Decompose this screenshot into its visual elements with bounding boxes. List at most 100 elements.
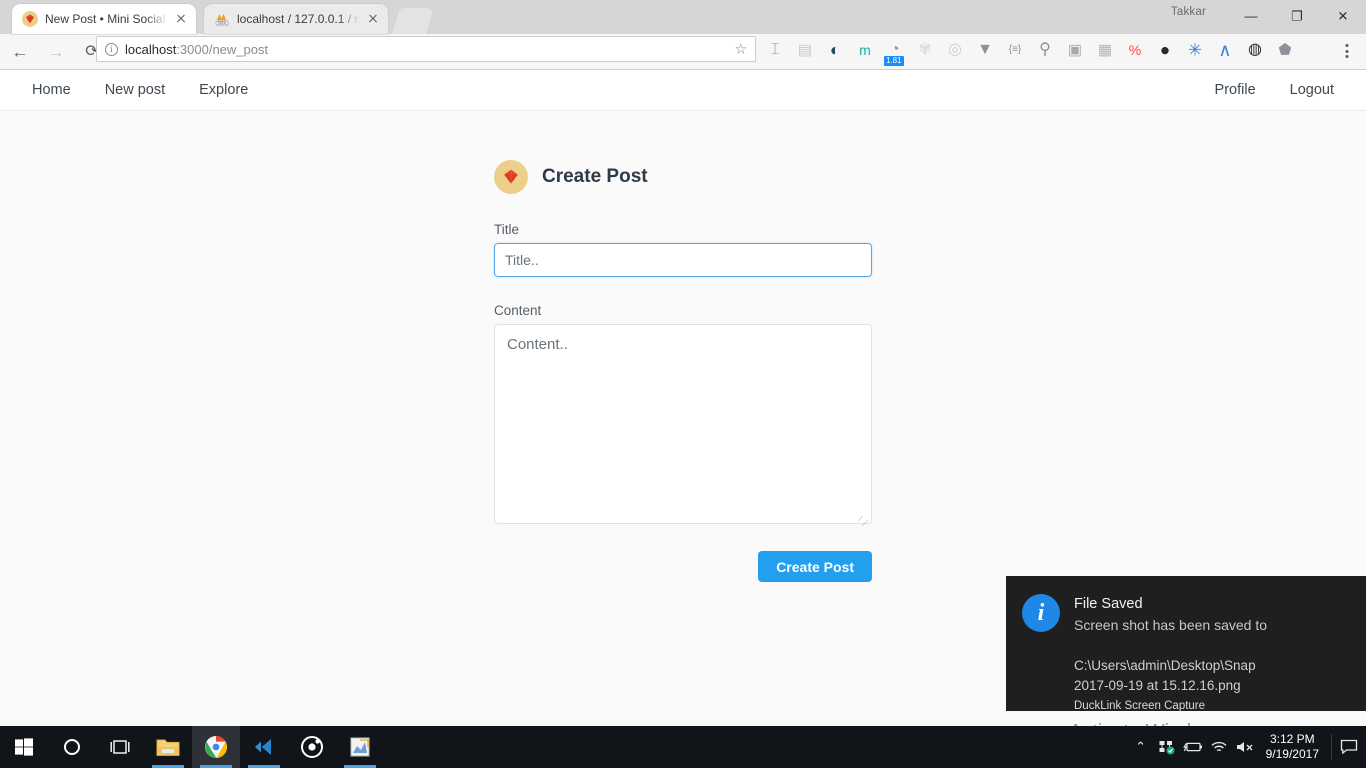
toast-subtitle: Screen shot has been saved to bbox=[1074, 617, 1268, 633]
page-title: Create Post bbox=[542, 166, 648, 187]
site-nav-right: Profile Logout bbox=[1215, 82, 1334, 98]
vscode-button[interactable] bbox=[240, 726, 288, 768]
info-circle-icon[interactable]: i bbox=[105, 42, 118, 56]
new-tab-button[interactable] bbox=[391, 8, 435, 34]
cortana-button[interactable] bbox=[48, 726, 96, 768]
momentum-icon-glyph: m bbox=[859, 42, 871, 58]
ducklink-button[interactable] bbox=[336, 726, 384, 768]
form-header: Create Post bbox=[494, 160, 872, 194]
star-icon[interactable]: ☆ bbox=[734, 41, 747, 58]
content-textarea[interactable] bbox=[494, 324, 872, 524]
toast-body: File Saved Screen shot has been saved to… bbox=[1074, 594, 1350, 712]
browser-tab-1[interactable]: New Post • Mini Social N bbox=[12, 4, 196, 34]
github-icon[interactable]: ● bbox=[1150, 36, 1180, 64]
create-post-button[interactable]: Create Post bbox=[758, 551, 872, 582]
toast-title: File Saved bbox=[1074, 596, 1143, 612]
windows-taskbar: ⌃ 3:12 PM 9/19/2017 bbox=[0, 726, 1366, 768]
minimize-button[interactable]: — bbox=[1228, 0, 1274, 32]
battery-icon[interactable] bbox=[1180, 726, 1206, 768]
sidebar-item-home[interactable]: Home bbox=[32, 82, 71, 98]
github-icon-glyph: ● bbox=[1159, 40, 1171, 60]
momentum-icon[interactable]: m bbox=[850, 36, 880, 64]
chrome-menu-icon[interactable] bbox=[1334, 36, 1360, 64]
close-icon: ✕ bbox=[1337, 8, 1349, 24]
vue-devtools-icon-glyph: ▼ bbox=[977, 41, 993, 58]
ionic-icon bbox=[301, 736, 323, 758]
phpmyadmin-icon: PMA bbox=[214, 11, 230, 27]
wappalyzer-icon-badge: 1.81 bbox=[884, 56, 904, 66]
browser-tab-1-close-icon[interactable] bbox=[172, 10, 190, 28]
volume-muted-icon[interactable] bbox=[1232, 726, 1258, 768]
address-bar[interactable]: i localhost:3000/new_post ☆ bbox=[96, 36, 756, 62]
sketch-icon-glyph: ✳ bbox=[1187, 40, 1203, 60]
postman-icon-glyph: ⌶ bbox=[770, 41, 780, 58]
pocket-icon[interactable]: ▣ bbox=[1060, 36, 1090, 64]
maximize-icon: ❐ bbox=[1291, 8, 1303, 24]
pocket-icon-glyph: ▣ bbox=[1067, 41, 1083, 59]
folder-icon bbox=[156, 739, 180, 756]
search-icon[interactable]: ⚲ bbox=[1030, 36, 1060, 64]
codepen-icon[interactable]: % bbox=[1120, 36, 1150, 64]
nav-profile-link[interactable]: Profile bbox=[1215, 82, 1256, 98]
sublime-icon[interactable]: ◐ bbox=[820, 36, 850, 64]
browser-tab-2-close-icon[interactable] bbox=[364, 10, 382, 28]
content-field-label: Content bbox=[494, 303, 542, 318]
ducklink-icon bbox=[350, 737, 370, 757]
file-explorer-button[interactable] bbox=[144, 726, 192, 768]
svg-text:PMA: PMA bbox=[217, 20, 226, 25]
chrome-button[interactable] bbox=[192, 726, 240, 768]
maximize-button[interactable]: ❐ bbox=[1274, 0, 1320, 32]
browser-tab-1-title: New Post • Mini Social N bbox=[45, 12, 168, 26]
wappalyzer-icon[interactable]: ◔ 1.81 bbox=[880, 36, 910, 66]
windows-logo-icon bbox=[15, 738, 33, 756]
url-path: :3000/new_post bbox=[176, 41, 269, 57]
notes-icon[interactable]: ▤ bbox=[790, 36, 820, 64]
target-icon-glyph: ◎ bbox=[948, 41, 962, 58]
show-hidden-icons-button[interactable]: ⌃ bbox=[1128, 726, 1154, 768]
postman-icon[interactable]: ⌶ bbox=[760, 36, 790, 64]
target-icon[interactable]: ◎ bbox=[940, 36, 970, 64]
forward-arrow-icon: → bbox=[47, 42, 65, 61]
ruby-gem-icon bbox=[494, 160, 528, 194]
task-view-button[interactable] bbox=[96, 726, 144, 768]
json-viewer-icon[interactable]: {≡} bbox=[1000, 36, 1030, 64]
start-button[interactable] bbox=[0, 726, 48, 768]
sidebar-item-new-post[interactable]: New post bbox=[105, 82, 165, 98]
network-sync-icon[interactable] bbox=[1154, 726, 1180, 768]
nav-logout-link[interactable]: Logout bbox=[1290, 82, 1334, 98]
react-devtools-icon[interactable]: ✾ bbox=[910, 36, 940, 64]
angular-icon[interactable]: ∧ bbox=[1210, 36, 1240, 64]
form-actions: Create Post bbox=[494, 551, 872, 582]
image-icon[interactable]: ▦ bbox=[1090, 36, 1120, 64]
codepen-icon-glyph: % bbox=[1128, 42, 1142, 58]
wifi-icon[interactable] bbox=[1206, 726, 1232, 768]
shield-icon-glyph: ⬟ bbox=[1278, 41, 1292, 59]
sketch-icon[interactable]: ✳ bbox=[1180, 36, 1210, 64]
action-center-button[interactable] bbox=[1332, 726, 1366, 768]
shield-icon[interactable]: ⬟ bbox=[1270, 36, 1300, 64]
create-post-form: Create Post Title Content Create Post bbox=[494, 111, 872, 582]
system-tray: ⌃ 3:12 PM 9/19/2017 bbox=[1128, 726, 1366, 768]
browser-tab-2[interactable]: PMA localhost / 127.0.0.1 / rai bbox=[204, 4, 388, 34]
close-button[interactable]: ✕ bbox=[1320, 0, 1366, 32]
chrome-profile-name[interactable]: Takkar bbox=[1171, 6, 1206, 18]
clock-date: 9/19/2017 bbox=[1265, 747, 1319, 761]
react-devtools-icon-glyph: ✾ bbox=[918, 41, 932, 58]
minimize-icon: — bbox=[1244, 8, 1258, 24]
cortana-circle-icon bbox=[64, 739, 80, 755]
title-input[interactable] bbox=[494, 243, 872, 277]
site-navbar: Home New post Explore Profile Logout bbox=[0, 70, 1366, 111]
sublime-icon-glyph: ◐ bbox=[829, 40, 841, 60]
octotree-icon-glyph: ◍ bbox=[1248, 41, 1262, 58]
octotree-icon[interactable]: ◍ bbox=[1240, 36, 1270, 64]
vue-devtools-icon[interactable]: ▼ bbox=[970, 36, 1000, 64]
ionic-button[interactable] bbox=[288, 726, 336, 768]
notes-icon-glyph: ▤ bbox=[797, 41, 813, 59]
title-field-label: Title bbox=[494, 222, 520, 237]
site-nav-left: Home New post Explore bbox=[32, 82, 248, 98]
file-saved-toast[interactable]: i File Saved Screen shot has been saved … bbox=[1006, 576, 1366, 712]
taskbar-clock[interactable]: 3:12 PM 9/19/2017 bbox=[1258, 732, 1331, 762]
sidebar-item-explore[interactable]: Explore bbox=[199, 82, 248, 98]
back-button[interactable]: ← bbox=[4, 37, 36, 67]
window-controls: — ❐ ✕ bbox=[1228, 0, 1366, 32]
